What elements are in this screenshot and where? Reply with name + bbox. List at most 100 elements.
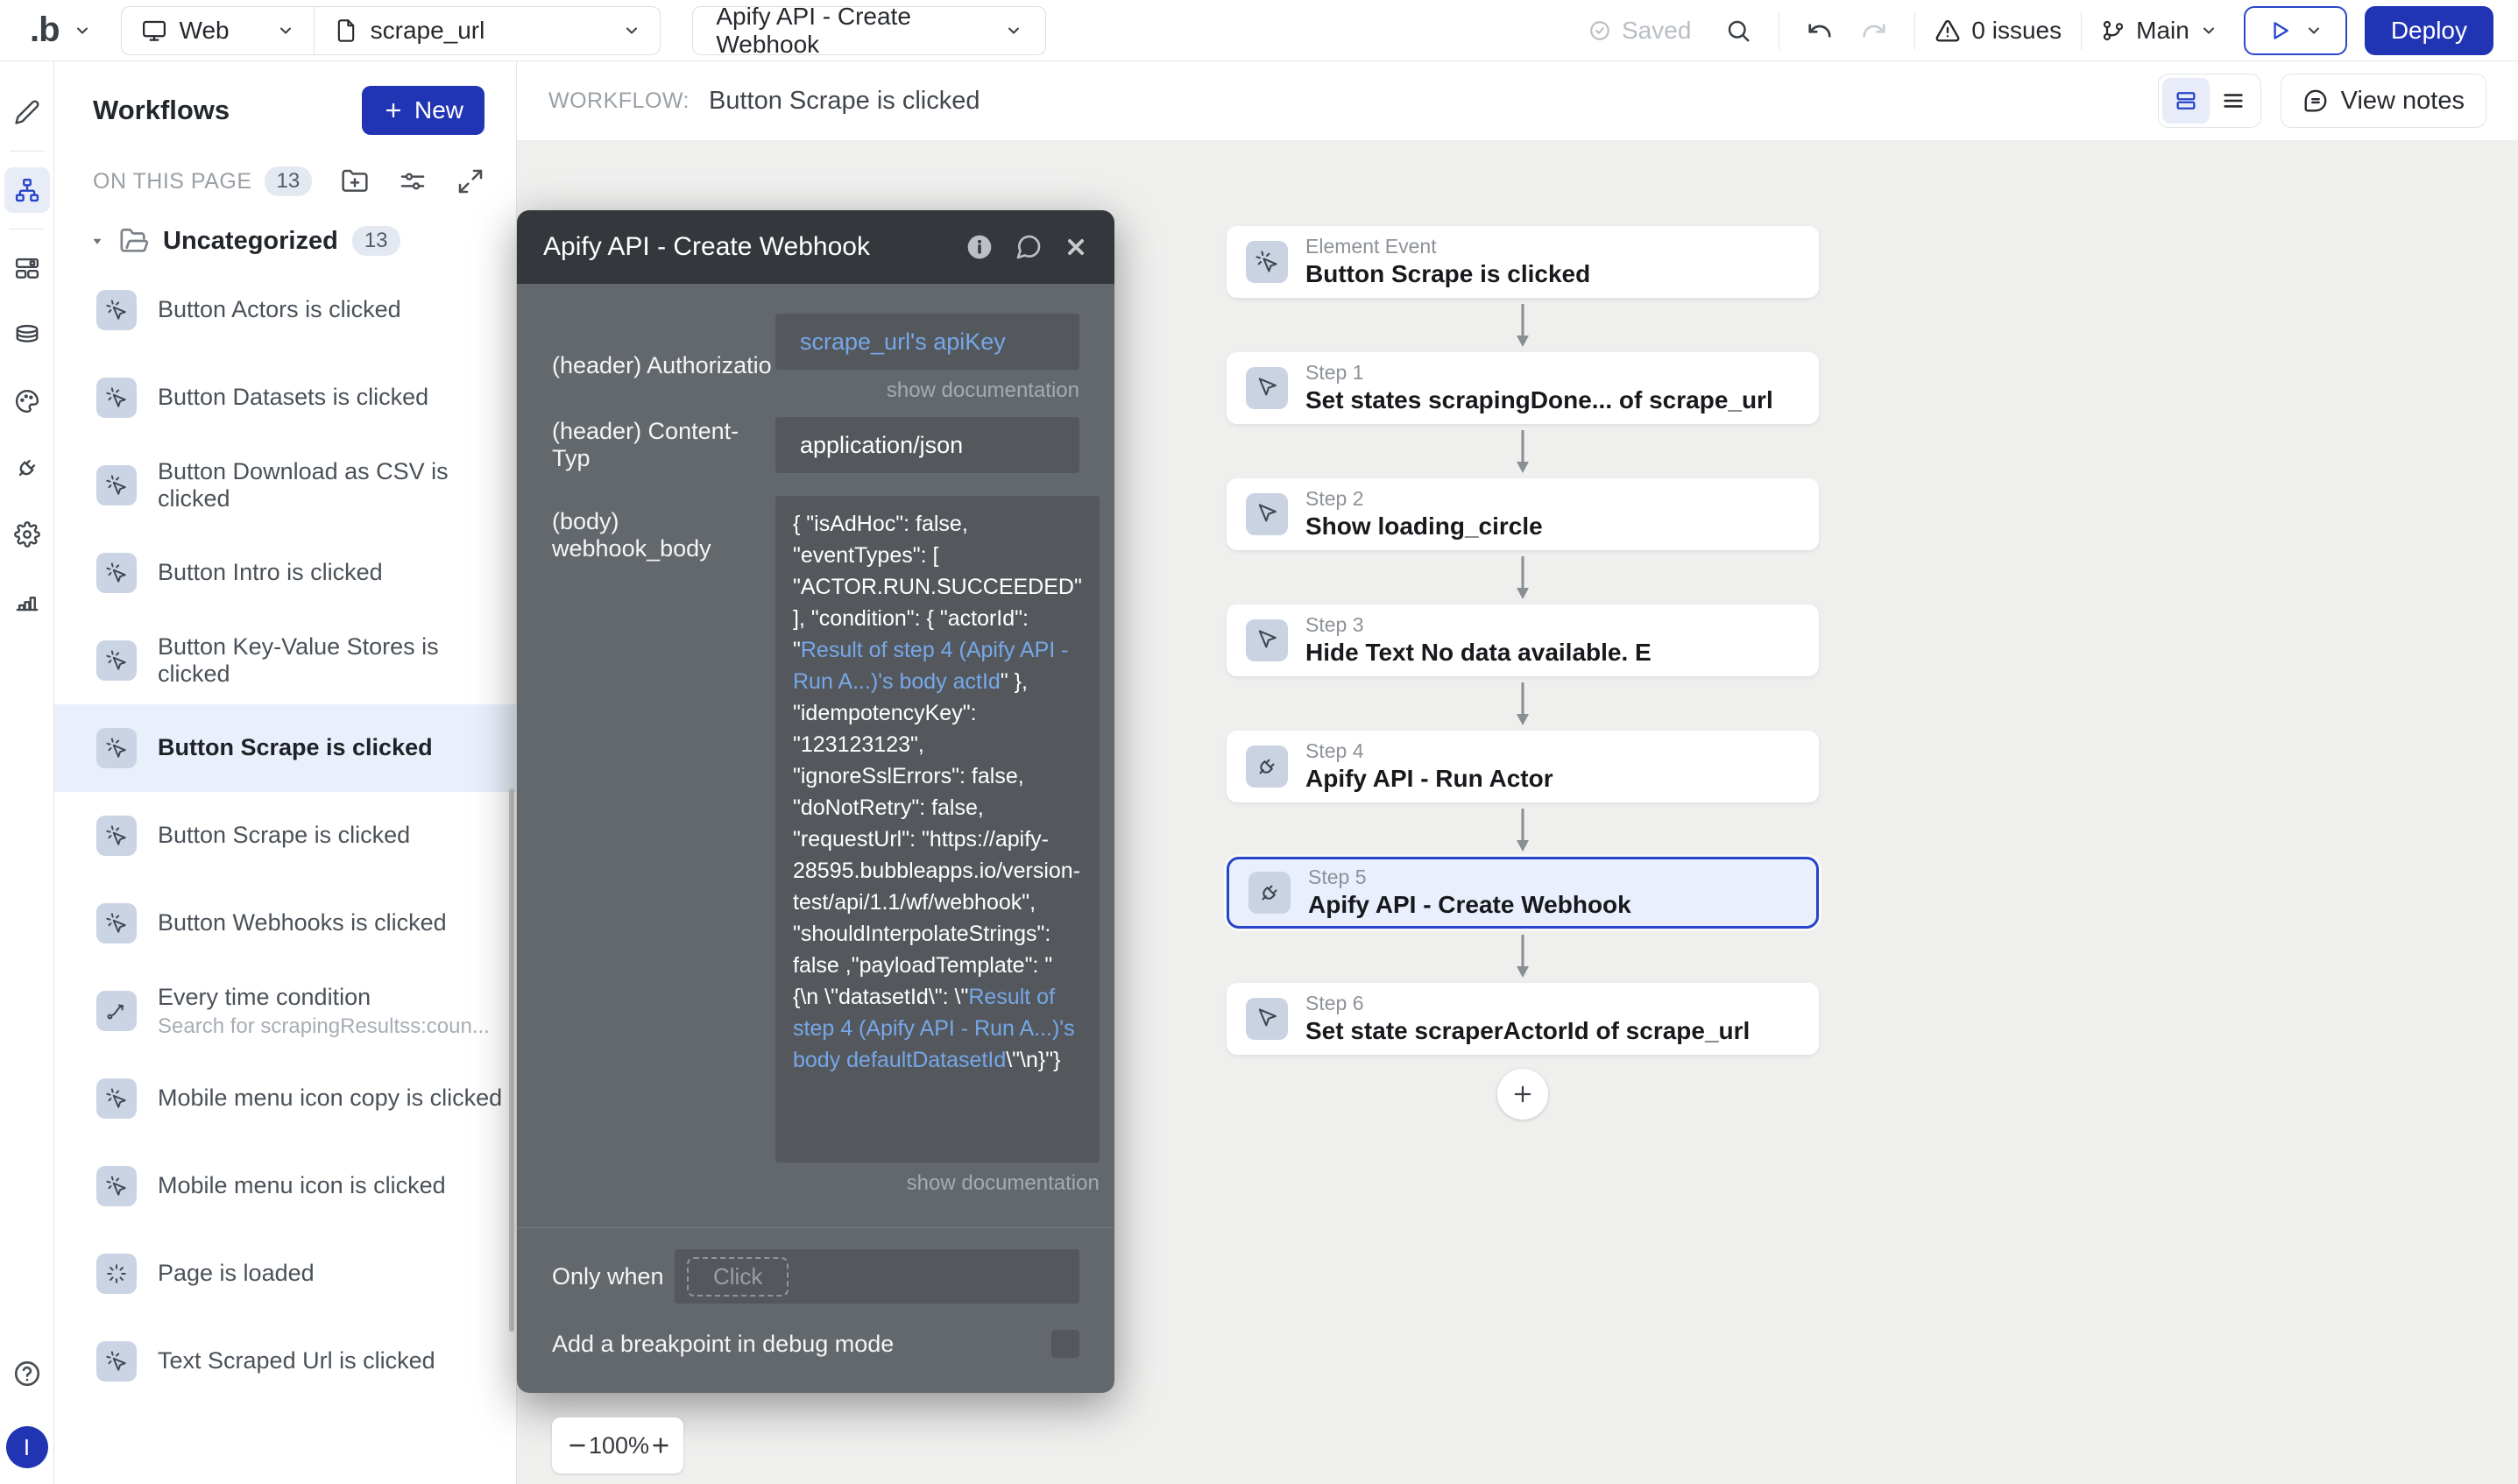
connector	[1514, 298, 1531, 352]
workflow-selector-dropdown[interactable]: Apify API - Create Webhook	[692, 6, 1046, 55]
issues-label: 0 issues	[1971, 17, 2062, 45]
list-view-icon	[2221, 88, 2246, 113]
step-card-1[interactable]: Step 1Set states scrapingDone... of scra…	[1227, 352, 1819, 424]
step-kind: Step 2	[1305, 488, 1543, 510]
zoom-in-button[interactable]	[649, 1431, 672, 1460]
step-title: Apify API - Run Actor	[1305, 764, 1553, 794]
chevron-down-icon	[1005, 22, 1022, 39]
add-step-button[interactable]	[1497, 1069, 1548, 1120]
workflow-tree-icon	[14, 177, 40, 203]
scrollbar-thumb[interactable]	[509, 788, 514, 1332]
cursor-click-icon	[96, 465, 137, 505]
issues-indicator[interactable]: 0 issues	[1934, 17, 2062, 45]
list-item-label: Mobile menu icon copy is clicked	[158, 1085, 502, 1112]
list-item-label: Every time conditionSearch for scrapingR…	[158, 984, 490, 1039]
show-documentation-link[interactable]: show documentation	[775, 1171, 1100, 1196]
list-item[interactable]: Button Scrape is clicked	[54, 792, 516, 880]
avatar[interactable]: I	[6, 1426, 48, 1468]
bubble-logo[interactable]: .b	[30, 11, 60, 50]
search-icon	[1725, 18, 1751, 44]
list-item[interactable]: Mobile menu icon copy is clicked	[54, 1055, 516, 1142]
list-item[interactable]: Every time conditionSearch for scrapingR…	[54, 967, 516, 1055]
expand-button[interactable]	[456, 167, 485, 195]
cursor-click-icon	[1246, 241, 1288, 283]
bar-chart-icon	[14, 588, 40, 614]
chevron-down-icon	[623, 22, 640, 39]
settings-tab[interactable]	[4, 512, 50, 557]
page-label: scrape_url	[371, 17, 485, 45]
redo-button[interactable]	[1853, 10, 1895, 52]
step-card-4[interactable]: Step 4Apify API - Run Actor	[1227, 731, 1819, 802]
list-item[interactable]: Page is loaded	[54, 1230, 516, 1318]
canvas: WORKFLOW: Button Scrape is clicked View …	[517, 61, 2518, 1484]
page-dropdown[interactable]: scrape_url	[314, 7, 661, 54]
close-button[interactable]	[1064, 235, 1088, 259]
platform-dropdown[interactable]: Web	[122, 7, 314, 54]
branch-selector[interactable]: Main	[2101, 17, 2217, 45]
workflow-board[interactable]: Element EventButton Scrape is clicked St…	[517, 140, 2518, 1484]
add-folder-button[interactable]	[341, 167, 369, 195]
list-item[interactable]: Button Actors is clicked	[54, 266, 516, 354]
logo-chevron-down-icon[interactable]	[74, 22, 91, 39]
list-item[interactable]: Mobile menu icon is clicked	[54, 1142, 516, 1230]
list-item[interactable]: Button Intro is clicked	[54, 529, 516, 617]
components-tab[interactable]	[4, 245, 50, 291]
search-button[interactable]	[1717, 10, 1759, 52]
step-card-5-selected[interactable]: Step 5Apify API - Create Webhook	[1227, 857, 1819, 929]
zoom-out-button[interactable]	[566, 1431, 589, 1460]
step-card-3[interactable]: Step 3Hide Text No data available. E	[1227, 604, 1819, 676]
undo-button[interactable]	[1799, 10, 1841, 52]
new-workflow-button[interactable]: New	[362, 86, 485, 135]
content-type-field-input[interactable]: application/json	[775, 417, 1079, 473]
connector	[1514, 550, 1531, 604]
plus-icon	[383, 100, 404, 121]
cursor-click-icon	[96, 378, 137, 418]
data-tab[interactable]	[4, 312, 50, 357]
filter-button[interactable]	[399, 167, 427, 195]
list-item[interactable]: Button Datasets is clicked	[54, 354, 516, 442]
modal-body: (header) Authorizatio scrape_url's apiKe…	[517, 284, 1114, 1393]
list-item-label: Page is loaded	[158, 1260, 315, 1287]
webhook-body-input[interactable]: { "isAdHoc": false, "eventTypes": [ "ACT…	[775, 496, 1100, 1162]
step-card-event[interactable]: Element EventButton Scrape is clicked	[1227, 226, 1819, 298]
click-placeholder[interactable]: Click	[687, 1257, 789, 1297]
plug-icon	[1246, 746, 1288, 788]
breakpoint-checkbox[interactable]	[1051, 1330, 1079, 1358]
modal-header[interactable]: Apify API - Create Webhook	[517, 210, 1114, 284]
cursor-click-icon	[96, 1341, 137, 1382]
show-documentation-link[interactable]: show documentation	[775, 378, 1079, 403]
card-view-button[interactable]	[2162, 78, 2210, 124]
comment-button[interactable]	[1015, 233, 1043, 261]
cursor-click-icon	[96, 1078, 137, 1119]
step-card-2[interactable]: Step 2Show loading_circle	[1227, 478, 1819, 550]
only-when-input[interactable]: Click	[675, 1249, 1079, 1304]
deploy-button[interactable]: Deploy	[2365, 6, 2493, 55]
list-view-button[interactable]	[2210, 78, 2257, 124]
arrow-down-icon	[1514, 805, 1531, 854]
folder-plus-icon	[341, 167, 369, 195]
plug-icon	[8, 449, 45, 486]
logs-tab[interactable]	[4, 578, 50, 624]
folder-uncategorized[interactable]: Uncategorized 13	[54, 212, 516, 266]
list-item[interactable]: Text Scraped Url is clicked	[54, 1318, 516, 1405]
styles-tab[interactable]	[4, 378, 50, 424]
list-item-selected[interactable]: Button Scrape is clicked	[54, 704, 516, 792]
info-button[interactable]	[965, 233, 994, 261]
list-item[interactable]: Button Download as CSV is clicked	[54, 442, 516, 529]
list-item[interactable]: Button Key-Value Stores is clicked	[54, 617, 516, 704]
design-tab[interactable]	[4, 89, 50, 135]
auth-field-input[interactable]: scrape_url's apiKey	[775, 314, 1079, 370]
view-notes-button[interactable]: View notes	[2281, 74, 2486, 128]
list-item[interactable]: Button Webhooks is clicked	[54, 880, 516, 967]
panel-title: Workflows	[93, 95, 362, 126]
workflow-tab[interactable]	[4, 167, 50, 213]
page-loaded-spinner-icon	[96, 1254, 137, 1294]
content-type-field-value: application/json	[800, 432, 963, 459]
plugins-tab[interactable]	[4, 445, 50, 491]
modal-title: Apify API - Create Webhook	[543, 232, 965, 262]
step-kind: Step 1	[1305, 362, 1773, 384]
step-card-6[interactable]: Step 6Set state scraperActorId of scrape…	[1227, 983, 1819, 1055]
preview-button[interactable]	[2244, 6, 2347, 55]
arrow-down-icon	[1514, 553, 1531, 602]
help-button[interactable]	[4, 1351, 50, 1396]
